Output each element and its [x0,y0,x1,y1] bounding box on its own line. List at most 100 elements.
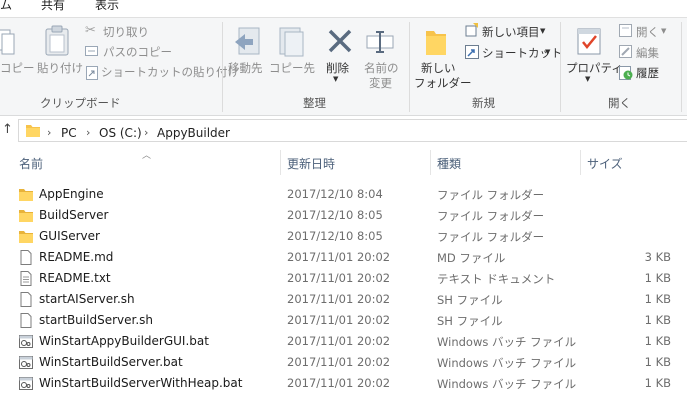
file-date: 2017/11/01 20:02 [287,271,391,285]
file-name: README.md [39,250,114,264]
new-group-label: 新規 [472,96,495,110]
file-row[interactable]: WinStartBuildServer.bat 2017/11/01 20:02 W… [0,352,687,373]
open-label: 開く [636,25,659,39]
breadcrumb-folder[interactable]: AppyBuilder [157,126,230,140]
sort-ascending-icon: ︿ [142,151,152,161]
ribbon: コピー 貼り付け ✂ 切り取り パスのコピー ショートカットの貼り付け クリップ… [0,17,687,116]
file-date: 2017/12/10 8:05 [287,229,383,243]
column-divider[interactable] [430,150,431,175]
file-size: 1 KB [644,292,671,306]
copy-icon [0,29,15,55]
paste-label: 貼り付け [37,61,83,75]
shortcut-icon [465,45,479,59]
file-name: AppEngine [39,187,104,201]
up-arrow-icon[interactable]: ↑ [2,122,13,137]
organize-group-label: 整理 [303,96,326,110]
file-type: テキスト ドキュメント [437,272,556,286]
file-name: BuildServer [39,208,109,222]
file-type: Windows バッチ ファイル [437,356,577,370]
column-divider[interactable] [580,150,581,175]
breadcrumb-separator-icon: › [86,126,91,139]
file-type: ファイル フォルダー [437,188,545,202]
move-to-label: 移動先 [228,61,263,75]
column-divider[interactable] [280,150,281,175]
group-divider [409,22,410,112]
chevron-down-icon: ▼ [540,27,546,35]
file-name: startAIServer.sh [39,292,135,306]
file-name: WinStartBuildServerWithHeap.bat [39,376,243,390]
edit-label: 編集 [636,46,659,60]
column-header-type[interactable]: 種類 [437,155,461,175]
file-row[interactable]: WinStartBuildServerWithHeap.bat 2017/11/0… [0,373,687,394]
clipboard-group-label: クリップボード [40,96,121,110]
new-folder-label-line1: 新しい [421,61,456,75]
file-date: 2017/11/01 20:02 [287,250,391,264]
file-type: SH ファイル [437,293,503,307]
file-name: WinStartBuildServer.bat [39,355,183,369]
file-type: MD ファイル [437,251,506,265]
breadcrumb-pc[interactable]: PC [61,126,77,140]
breadcrumb-separator-icon: › [47,126,52,139]
file-date: 2017/11/01 20:02 [287,292,391,306]
file-name: WinStartAppyBuilderGUI.bat [39,334,209,348]
copy-label: コピー [0,61,35,75]
breadcrumb-drive[interactable]: OS (C:) [99,126,142,140]
file-name: README.txt [39,271,111,285]
clipboard-icon [45,25,69,56]
new-item-icon [465,23,478,37]
open-icon [619,24,632,37]
file-date: 2017/11/01 20:02 [287,334,391,348]
file-row[interactable]: WinStartAppyBuilderGUI.bat 2017/11/01 20:… [0,331,687,352]
file-row[interactable]: startAIServer.sh 2017/11/01 20:02 SH ファイル 1… [0,289,687,310]
file-date: 2017/11/01 20:02 [287,313,391,327]
chevron-down-icon: ▼ [585,75,591,83]
file-date: 2017/12/10 8:05 [287,208,383,222]
chevron-down-icon: ▼ [545,48,551,56]
tab-file-partial[interactable]: ム [0,0,12,14]
open-group-label: 開く [608,96,631,110]
rename-label-line1: 名前の [364,61,399,75]
file-row[interactable]: BuildServer 2017/12/10 8:05 ファイル フォルダー [0,205,687,226]
file-size: 1 KB [644,334,671,348]
file-size: 1 KB [644,313,671,327]
file-type: Windows バッチ ファイル [437,335,577,349]
group-divider [560,22,561,112]
properties-icon [577,28,601,55]
chevron-down-icon: ▼ [661,27,667,35]
delete-label: 削除 [326,61,349,75]
delete-icon [328,29,352,53]
file-row[interactable]: README.md 2017/11/01 20:02 MD ファイル 3 KB [0,247,687,268]
file-name: startBuildServer.sh [39,313,153,327]
copy-path-icon [85,46,98,56]
address-box[interactable]: › PC › OS (C:) › AppyBuilder [18,119,687,142]
properties-label: プロパティ [566,61,623,75]
column-header-date[interactable]: 更新日時 [287,155,335,175]
file-row[interactable]: startBuildServer.sh 2017/11/01 20:02 SH ファ… [0,310,687,331]
chevron-down-icon: ▼ [333,75,339,83]
tab-share[interactable]: 共有 [41,0,65,14]
file-size: 1 KB [644,355,671,369]
rename-label-line2: 変更 [369,76,392,90]
new-item-label: 新しい項目 [482,25,540,39]
file-size: 1 KB [644,376,671,390]
file-date: 2017/11/01 20:02 [287,376,391,390]
file-type: Windows バッチ ファイル [437,377,577,391]
rename-icon [366,31,394,53]
move-to-icon [235,27,260,55]
tab-view[interactable]: 表示 [95,0,119,14]
folder-icon [26,125,40,137]
file-size: 3 KB [644,250,671,264]
column-header-size[interactable]: サイズ [587,155,623,175]
breadcrumb-separator-icon: › [144,126,149,139]
column-header-name[interactable]: 名前 [19,155,43,175]
paste-shortcut-icon [86,66,98,80]
file-type: SH ファイル [437,314,503,328]
edit-icon [619,45,632,58]
history-label: 履歴 [636,66,659,80]
scissors-icon: ✂ [85,23,96,38]
file-type: ファイル フォルダー [437,230,545,244]
file-date: 2017/11/01 20:02 [287,355,391,369]
file-row[interactable]: GUIServer 2017/12/10 8:05 ファイル フォルダー [0,226,687,247]
file-row[interactable]: README.txt 2017/11/01 20:02 テキスト ドキュメント 1 K… [0,268,687,289]
file-row[interactable]: AppEngine 2017/12/10 8:04 ファイル フォルダー [0,184,687,205]
